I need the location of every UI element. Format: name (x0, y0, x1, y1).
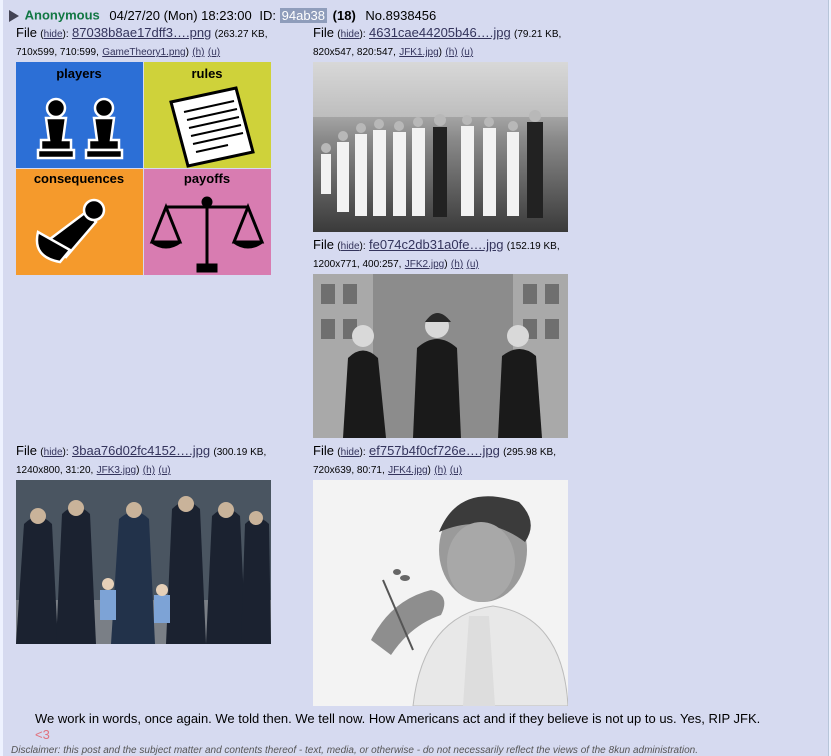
hide-file-link[interactable]: hide (341, 241, 360, 252)
file-name-link[interactable]: fe074c2db31a0fe….jpg (369, 237, 503, 252)
file-1: File (hide): 87038b8ae17dff3….png (263.2… (16, 24, 281, 275)
post-body: We work in words, once again. We told th… (35, 711, 761, 726)
post-number-link[interactable]: No.8938456 (365, 8, 436, 23)
post-date: 04/27/20 (Mon) 18:23:00 (109, 7, 252, 23)
file-info: File (hide): 87038b8ae17dff3….png (263.2… (16, 25, 268, 58)
tile-payoffs-label: payoffs (184, 171, 230, 186)
file-u-link[interactable]: (u) (461, 47, 473, 58)
tile-rules-label: rules (191, 66, 222, 81)
file-thumbnail[interactable] (313, 274, 568, 438)
hide-file-link[interactable]: hide (44, 29, 63, 40)
file-u-link[interactable]: (u) (450, 465, 462, 476)
file-info: File (hide): 3baa76d02fc4152….jpg (300.1… (16, 443, 267, 476)
file-5: File (hide): ef757b4f0cf726e….jpg (295.9… (313, 442, 578, 706)
hide-file-link[interactable]: hide (341, 447, 360, 458)
file-info: File (hide): 4631cae44205b46….jpg (79.21… (313, 25, 562, 58)
file-u-link[interactable]: (u) (158, 465, 170, 476)
post-heart-text: <3 (35, 727, 50, 742)
file-name-link[interactable]: 87038b8ae17dff3….png (72, 25, 211, 40)
file-thumbnail[interactable] (16, 480, 271, 644)
original-filename-link[interactable]: JFK2.jpg (405, 259, 444, 270)
poster-id[interactable]: 94ab38 (279, 7, 328, 23)
file-thumbnail[interactable]: players rules consequences payoffs (16, 62, 271, 275)
file-thumbnail[interactable] (313, 62, 568, 232)
file-h-link[interactable]: (h) (445, 47, 457, 58)
original-filename-link[interactable]: JFK4.jpg (388, 465, 427, 476)
disclaimer: Disclaimer: this post and the subject ma… (11, 745, 698, 756)
tile-players-label: players (56, 66, 102, 81)
original-filename-link[interactable]: JFK3.jpg (97, 465, 136, 476)
file-name-link[interactable]: ef757b4f0cf726e….jpg (369, 443, 500, 458)
post-menu-triangle-icon[interactable] (9, 9, 19, 22)
file-u-link[interactable]: (u) (467, 259, 479, 270)
reply-count: (18) (332, 7, 356, 23)
file-info: File (hide): ef757b4f0cf726e….jpg (295.9… (313, 443, 557, 476)
hide-file-link[interactable]: hide (44, 447, 63, 458)
file-h-link[interactable]: (h) (451, 259, 463, 270)
original-filename-link[interactable]: JFK1.jpg (399, 47, 438, 58)
file-info: File (hide): fe074c2db31a0fe….jpg (152.1… (313, 237, 560, 270)
hide-file-link[interactable]: hide (341, 29, 360, 40)
file-thumbnail[interactable] (313, 480, 568, 706)
file-2: File (hide): 4631cae44205b46….jpg (79.21… (313, 24, 578, 232)
file-h-link[interactable]: (h) (143, 465, 155, 476)
poster-name: Anonymous (24, 7, 100, 23)
original-filename-link[interactable]: GameTheory1.png (102, 47, 185, 58)
file-name-link[interactable]: 3baa76d02fc4152….jpg (72, 443, 210, 458)
tile-consequences-label: consequences (34, 171, 124, 186)
file-name-link[interactable]: 4631cae44205b46….jpg (369, 25, 511, 40)
file-h-link[interactable]: (h) (434, 465, 446, 476)
file-u-link[interactable]: (u) (208, 47, 220, 58)
file-4: File (hide): 3baa76d02fc4152….jpg (300.1… (16, 442, 281, 644)
post-intro: Anonymous 04/27/20 (Mon) 18:23:00 ID: 94… (9, 6, 436, 24)
file-h-link[interactable]: (h) (192, 47, 204, 58)
id-label: ID: (259, 7, 277, 23)
post: Anonymous 04/27/20 (Mon) 18:23:00 ID: 94… (3, 0, 829, 756)
file-3: File (hide): fe074c2db31a0fe….jpg (152.1… (313, 236, 578, 438)
